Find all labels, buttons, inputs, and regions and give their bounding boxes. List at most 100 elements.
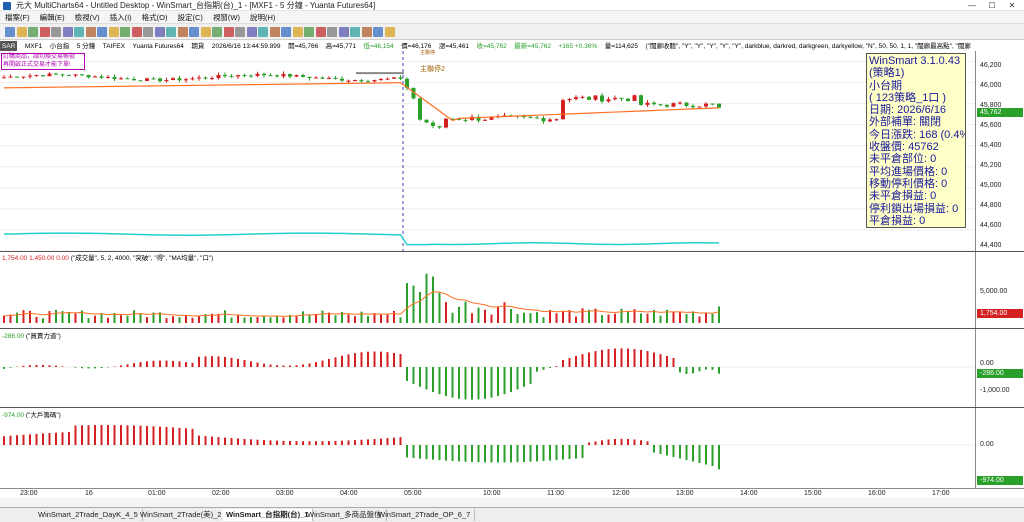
- toolbar-tool-icon[interactable]: [62, 27, 73, 37]
- toolbar-tool-icon[interactable]: [143, 27, 153, 37]
- toolbar-tool-icon[interactable]: [154, 27, 165, 37]
- toolbar-tool-icon[interactable]: [28, 27, 38, 37]
- candle-body: [320, 77, 325, 79]
- candle-body: [2, 77, 6, 79]
- toolbar-tool-icon[interactable]: [269, 27, 280, 37]
- toolbar-tool-icon[interactable]: [350, 27, 360, 37]
- menu-help[interactable]: 說明(H): [245, 11, 280, 24]
- stop-label: 主聯停2: [420, 66, 445, 73]
- candle-body: [548, 119, 552, 122]
- toolbar-tool-icon[interactable]: [108, 27, 119, 37]
- info-line: 平倉損益: 0: [869, 214, 926, 227]
- dadou-axis[interactable]: 0.00 -974.00: [975, 408, 1024, 488]
- chart-instrument: 小台指: [49, 43, 70, 50]
- power-axis[interactable]: 0.00 -286.00 -1,000.00: [975, 329, 1024, 407]
- menu-format[interactable]: 格式(O): [137, 11, 173, 24]
- info-line: ( 123策略_1口 ): [869, 91, 947, 104]
- maximize-button[interactable]: ☐: [982, 0, 1002, 11]
- toolbar-tool-icon[interactable]: [212, 27, 222, 37]
- menu-edit[interactable]: 編輯(E): [35, 11, 70, 24]
- candle-body: [424, 119, 429, 123]
- tab-us-trade[interactable]: WinSmart_2Trade(美)_2_3: [136, 509, 235, 521]
- close-button[interactable]: ✕: [1002, 0, 1022, 11]
- info-line: 小台期: [869, 79, 902, 92]
- volume-pane[interactable]: [0, 252, 975, 328]
- candle-body: [652, 102, 656, 105]
- dadou-last-badge: -974.00: [977, 476, 1023, 485]
- price-axis[interactable]: 46,200 46,000 45,800 45,762 45,600 45,40…: [975, 51, 1024, 251]
- toolbar-tool-icon[interactable]: [338, 27, 349, 37]
- candle-body: [632, 95, 637, 101]
- tab-taiex-futures[interactable]: WinSmart_台指期(台)_1: [222, 509, 314, 521]
- toolbar-tool-icon[interactable]: [131, 27, 142, 37]
- toolbar-tool-icon[interactable]: [166, 27, 176, 37]
- toolbar-tool-icon[interactable]: [315, 27, 326, 37]
- tab-daykline[interactable]: WinSmart_2Trade_DayK_4_5: [34, 509, 143, 521]
- candle-body: [138, 80, 143, 82]
- toolbar-tool-icon[interactable]: [373, 27, 383, 37]
- minimize-button[interactable]: —: [962, 0, 982, 11]
- tab-options-trade[interactable]: WinSmart_2Trade_OP_6_7: [374, 509, 476, 521]
- candle-body: [86, 75, 91, 78]
- info-line: 今日漲跌: 168 (0.4%): [869, 128, 966, 141]
- title-bar: 元大 MultiCharts64 - Untitled Desktop - Wi…: [0, 0, 1024, 11]
- price-pane[interactable]: [0, 51, 975, 251]
- toolbar-tool-icon[interactable]: [246, 27, 257, 37]
- menu-window[interactable]: 視窗(W): [208, 11, 245, 24]
- toolbar-tool-icon[interactable]: [223, 27, 234, 37]
- chart-high: 高=45,771: [325, 43, 356, 50]
- toolbar-tool-icon[interactable]: [51, 27, 61, 37]
- indicator-line: [3, 232, 720, 246]
- volume-label: 1,754.00 1,450.00 0.00 ("成交量", 5, 2, 400…: [2, 255, 214, 262]
- chart-params: ("闊廊收聽", "Y", "Y", "Y", "Y", "Y", darkbl…: [645, 43, 971, 50]
- candle-body: [619, 97, 624, 99]
- toolbar-tool-icon[interactable]: [304, 27, 314, 37]
- candle-body: [229, 76, 234, 78]
- toolbar-tool-icon[interactable]: [120, 27, 130, 37]
- toolbar-tool-icon[interactable]: [200, 27, 211, 37]
- chart-datasource: Yuanta Futures64: [132, 43, 184, 50]
- toolbar-tool-icon[interactable]: [292, 27, 303, 37]
- toolbar-tool-icon[interactable]: [327, 27, 337, 37]
- chart-datetime: 2026/6/16 13:44:59.899: [211, 43, 281, 50]
- candle-body: [678, 102, 682, 104]
- toolbar-tool-icon[interactable]: [39, 27, 50, 37]
- toolbar-tool-icon[interactable]: [5, 27, 15, 37]
- volume-axis[interactable]: 5,000.00 1,754.00: [975, 252, 1024, 328]
- toolbar-tool-icon[interactable]: [361, 27, 372, 37]
- toolbar-tool-icon[interactable]: [189, 27, 199, 37]
- candle-body: [307, 76, 312, 79]
- candle-body: [112, 76, 117, 80]
- toolbar-tool-icon[interactable]: [16, 27, 27, 37]
- horizontal-scrollbar[interactable]: [0, 498, 1024, 507]
- menu-view[interactable]: 檢視(V): [70, 11, 105, 24]
- toolbar-tool-icon[interactable]: [74, 27, 84, 37]
- menu-settings[interactable]: 設定(C): [173, 11, 208, 24]
- power-pane[interactable]: [0, 329, 975, 407]
- candle-body: [613, 97, 617, 100]
- toolbar-tool-icon[interactable]: [85, 27, 96, 37]
- toolbar-tool-icon[interactable]: [384, 27, 395, 37]
- menu-insert[interactable]: 插入(I): [105, 11, 137, 24]
- toolbar-tool-icon[interactable]: [235, 27, 245, 37]
- menu-file[interactable]: 檔案(F): [0, 11, 35, 24]
- toolbar-tool-icon[interactable]: [281, 27, 291, 37]
- candle-body: [73, 74, 78, 76]
- toolbar-tool-icon[interactable]: [177, 27, 188, 37]
- stop-top-label: 主聯停: [420, 50, 436, 56]
- dadou-pane[interactable]: [0, 408, 975, 488]
- candle-body: [593, 95, 598, 100]
- time-axis[interactable]: 23:00 16 01:00 02:00 03:00 04:00 05:00 1…: [0, 488, 1024, 498]
- chart-last: 最新=45,762: [514, 43, 551, 50]
- candle-body: [639, 95, 643, 105]
- candle-body: [54, 73, 58, 75]
- candle-body: [437, 125, 442, 128]
- toolbar-tool-icon[interactable]: [97, 27, 107, 37]
- toolbar-tool-icon[interactable]: [258, 27, 268, 37]
- candle-body: [444, 118, 448, 128]
- candle-body: [359, 80, 364, 82]
- candle-body: [314, 77, 318, 79]
- candle-body: [145, 78, 149, 82]
- candle-body: [294, 75, 299, 77]
- candle-body: [658, 104, 663, 106]
